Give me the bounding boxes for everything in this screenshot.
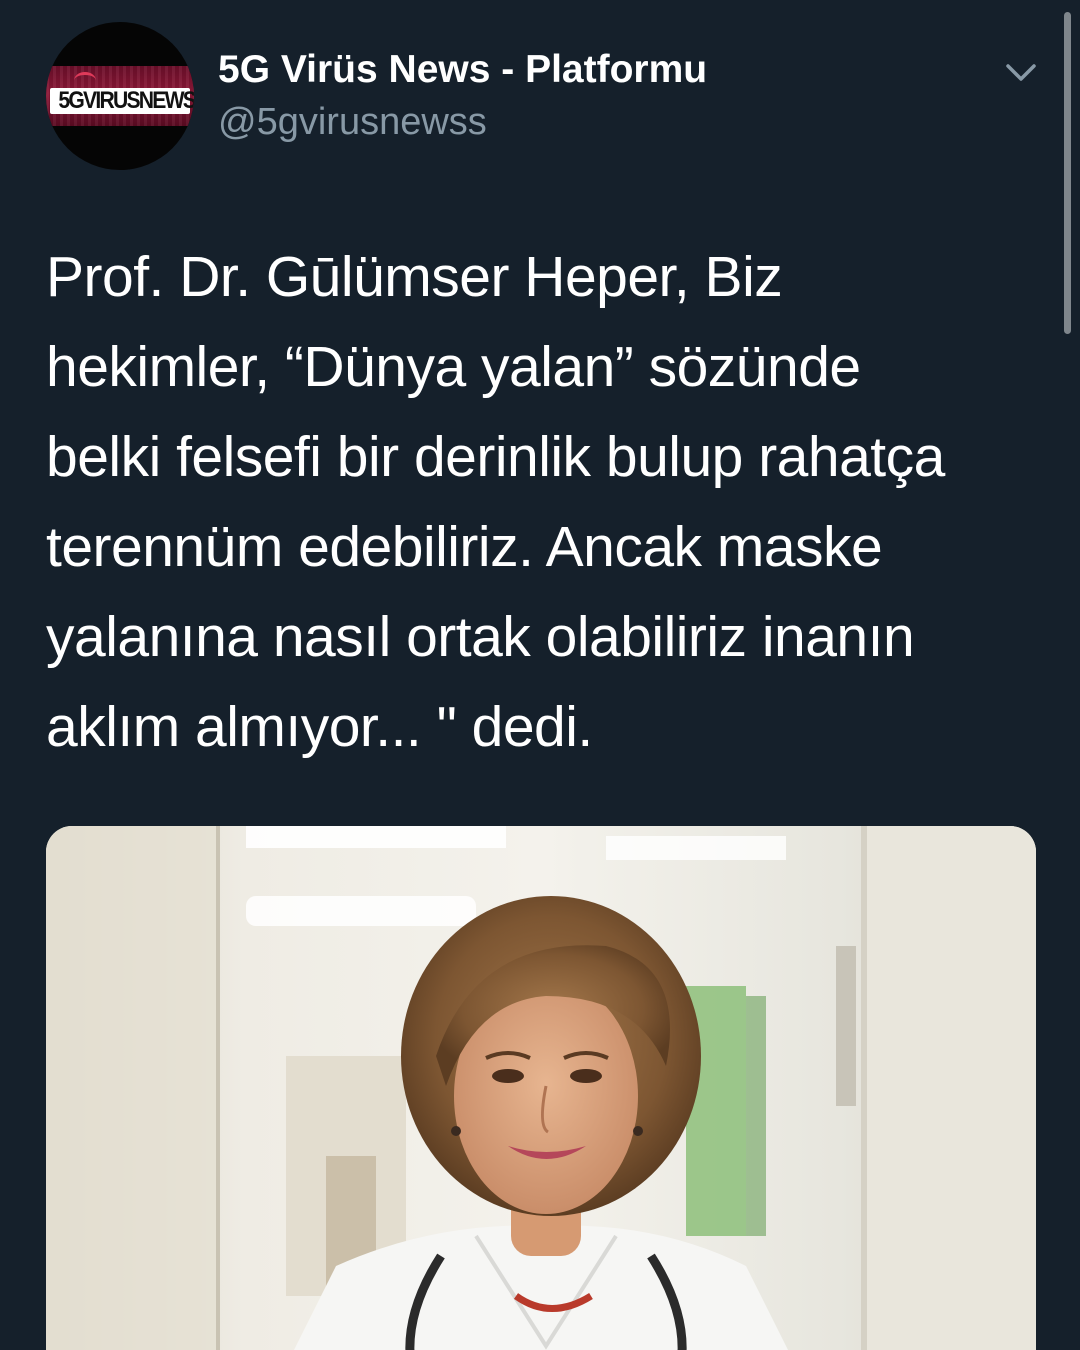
- tweet-text-line: aklım almıyor... " dedi.: [46, 695, 593, 759]
- tweet-text-line: Prof. Dr. Gūlümser Heper, Biz: [46, 245, 783, 309]
- tweet-text-line: yalanına nasıl ortak olabiliriz inanın: [46, 605, 915, 669]
- author-handle[interactable]: @5gvirusnewss: [218, 98, 487, 146]
- tweet-text: Prof. Dr. Gūlümser Heper, Biz hekimler, …: [46, 232, 1046, 772]
- scrollbar[interactable]: [1064, 12, 1071, 334]
- author-avatar[interactable]: 5GVIRUSNEWS: [46, 22, 194, 170]
- tweet: 5GVIRUSNEWS 5G Virüs News - Platformu @5…: [0, 0, 1080, 1350]
- tweet-text-line: hekimler, “Dünya yalan” sözünde: [46, 335, 861, 399]
- tweet-text-line: belki felsefi bir derinlik bulup rahatça: [46, 425, 945, 489]
- tweet-media-photo[interactable]: [46, 826, 1036, 1350]
- avatar-logo-text: 5GVIRUSNEWS: [58, 87, 194, 114]
- photo-illustration: [46, 826, 1036, 1350]
- tweet-text-line: terennüm edebiliriz. Ancak maske: [46, 515, 883, 579]
- chevron-down-icon[interactable]: [1002, 54, 1040, 92]
- author-display-name[interactable]: 5G Virüs News - Platformu: [218, 46, 707, 94]
